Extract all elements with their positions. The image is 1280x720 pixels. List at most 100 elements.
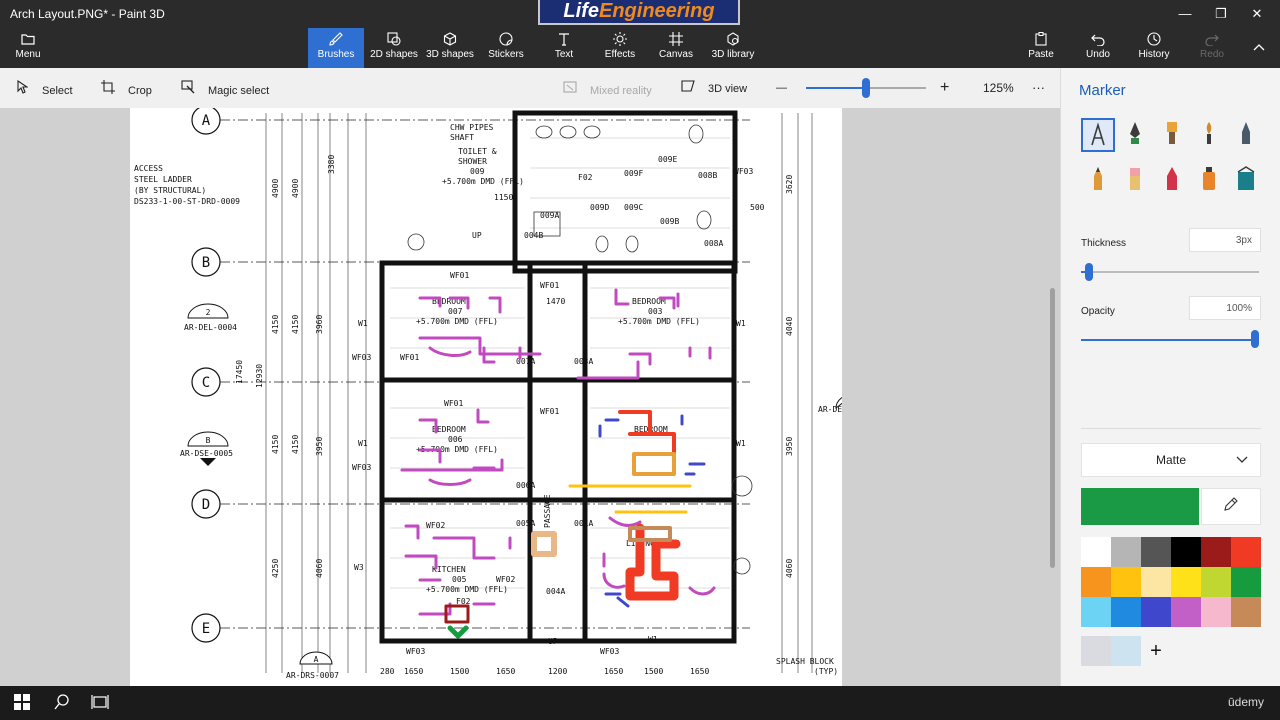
add-color-button[interactable]: + [1141,636,1171,666]
eyedropper-button[interactable] [1201,488,1261,525]
brush-eraser[interactable] [1118,164,1152,198]
brush-calligraphy-pen[interactable] [1118,118,1152,152]
select-button[interactable]: Select [14,79,73,98]
color-swatch[interactable] [1231,537,1261,567]
label-access: ACCESS [134,164,163,173]
color-swatch[interactable] [1111,537,1141,567]
label-bedroom-2-level: +5.700m DMD (FFL) [618,317,700,326]
brush-watercolor[interactable] [1192,118,1226,152]
canvas-area[interactable]: A B C D E 2 B A AR-DEL-0004 AR-DSE-0005 … [0,108,1060,686]
custom-color-swatch[interactable] [1081,636,1111,666]
tool-effects[interactable]: Effects [592,28,648,68]
current-color-swatch[interactable] [1081,488,1199,525]
opacity-label: Opacity [1081,306,1115,317]
tool-2d-shapes[interactable]: 2D shapes [366,28,422,68]
tool-canvas[interactable]: Canvas [648,28,704,68]
magic-select-icon [180,80,196,98]
collapse-toolbar-button[interactable] [1244,28,1274,68]
task-view-icon[interactable] [90,694,110,712]
opacity-input[interactable]: 100% [1189,296,1261,320]
color-swatch[interactable] [1081,537,1111,567]
history-button[interactable]: History [1130,28,1178,68]
undo-icon [1076,28,1120,48]
color-swatch[interactable] [1201,597,1231,627]
thickness-input[interactable]: 3px [1189,228,1261,252]
brush-crayon[interactable] [1155,164,1189,198]
color-swatch[interactable] [1171,567,1201,597]
brush-fill[interactable] [1229,164,1263,198]
dim-4900-2: 4900 [291,179,300,198]
grid-label-a: A [202,113,211,129]
redo-button[interactable]: Redo [1190,28,1234,68]
color-swatch[interactable] [1231,597,1261,627]
color-swatch[interactable] [1081,567,1111,597]
color-swatch[interactable] [1231,567,1261,597]
zoom-out-button[interactable]: — [776,80,787,96]
opacity-slider-thumb[interactable] [1251,330,1259,348]
brush-oil[interactable] [1155,118,1189,152]
brush-marker[interactable] [1081,118,1115,152]
dim-4060-2: 4060 [785,559,794,578]
magic-select-button[interactable]: Magic select [180,80,269,98]
crop-button[interactable]: Crop [100,80,152,97]
mixed-reality-button[interactable]: Mixed reality [562,80,652,97]
undo-button[interactable]: Undo [1076,28,1120,68]
color-swatch[interactable] [1111,567,1141,597]
tool-brushes[interactable]: Brushes [308,28,364,68]
sticker-icon [478,28,534,48]
tool-3d-shapes-label: 3D shapes [426,49,474,60]
tag-wf01-5: WF01 [400,353,419,362]
color-swatch[interactable] [1201,567,1231,597]
tag-wf03-4: WF03 [600,647,619,656]
brush-pixel-pen[interactable] [1229,118,1263,152]
label-typ: (TYP) [814,667,838,676]
label-toilet-no: 009 [470,167,485,176]
dim-3620: 3620 [785,175,794,194]
brush-spray-can[interactable] [1192,164,1226,198]
tool-stickers[interactable]: Stickers [478,28,534,68]
dim-1650-3: 1650 [604,667,623,676]
brush-pencil[interactable] [1081,164,1115,198]
panel-divider [1081,428,1261,429]
door-001a: 001A [574,519,593,528]
color-swatch[interactable] [1081,597,1111,627]
thickness-slider-track[interactable] [1081,271,1259,273]
3d-view-button[interactable]: 3D view [680,80,747,96]
label-kitchen-no: 005 [452,575,467,584]
paste-button[interactable]: Paste [1018,28,1064,68]
thickness-slider-thumb[interactable] [1085,263,1093,281]
tool-3d-shapes[interactable]: 3D shapes [422,28,478,68]
paste-icon [1018,28,1064,48]
tool-text[interactable]: Text [536,28,592,68]
more-options-button[interactable]: ··· [1032,80,1045,96]
color-swatch[interactable] [1171,537,1201,567]
zoom-in-button[interactable]: + [940,80,949,96]
color-swatch[interactable] [1141,597,1171,627]
zoom-slider-fill [806,87,866,89]
cursor-icon [14,79,30,98]
window-title: Arch Layout.PNG* - Paint 3D [10,7,165,21]
tag-w1-4: W1 [736,439,746,448]
close-button[interactable]: ✕ [1234,0,1280,28]
history-label: History [1138,49,1170,60]
effects-icon [592,28,648,48]
floor-plan-image[interactable]: A B C D E 2 B A AR-DEL-0004 AR-DSE-0005 … [130,108,842,686]
color-swatch[interactable] [1141,567,1171,597]
label-by-structural: (BY STRUCTURAL) [134,186,206,195]
menu-button[interactable]: Menu [6,28,50,68]
zoom-level[interactable]: 125% [983,80,1014,96]
windows-start-icon[interactable] [12,694,32,712]
color-swatch[interactable] [1171,597,1201,627]
canvas-scrollbar[interactable] [1050,288,1055,568]
color-swatch[interactable] [1111,597,1141,627]
tool-3d-library[interactable]: 3D library [704,28,762,68]
zoom-slider-thumb[interactable] [862,78,870,98]
custom-color-swatch[interactable] [1111,636,1141,666]
search-icon[interactable] [52,694,72,712]
label-steel-ladder: STEEL LADDER [134,175,192,184]
marker-icon [1083,122,1113,154]
section-marker-a: A [314,655,319,664]
finish-dropdown[interactable]: Matte [1081,443,1261,477]
color-swatch[interactable] [1201,537,1231,567]
color-swatch[interactable] [1141,537,1171,567]
